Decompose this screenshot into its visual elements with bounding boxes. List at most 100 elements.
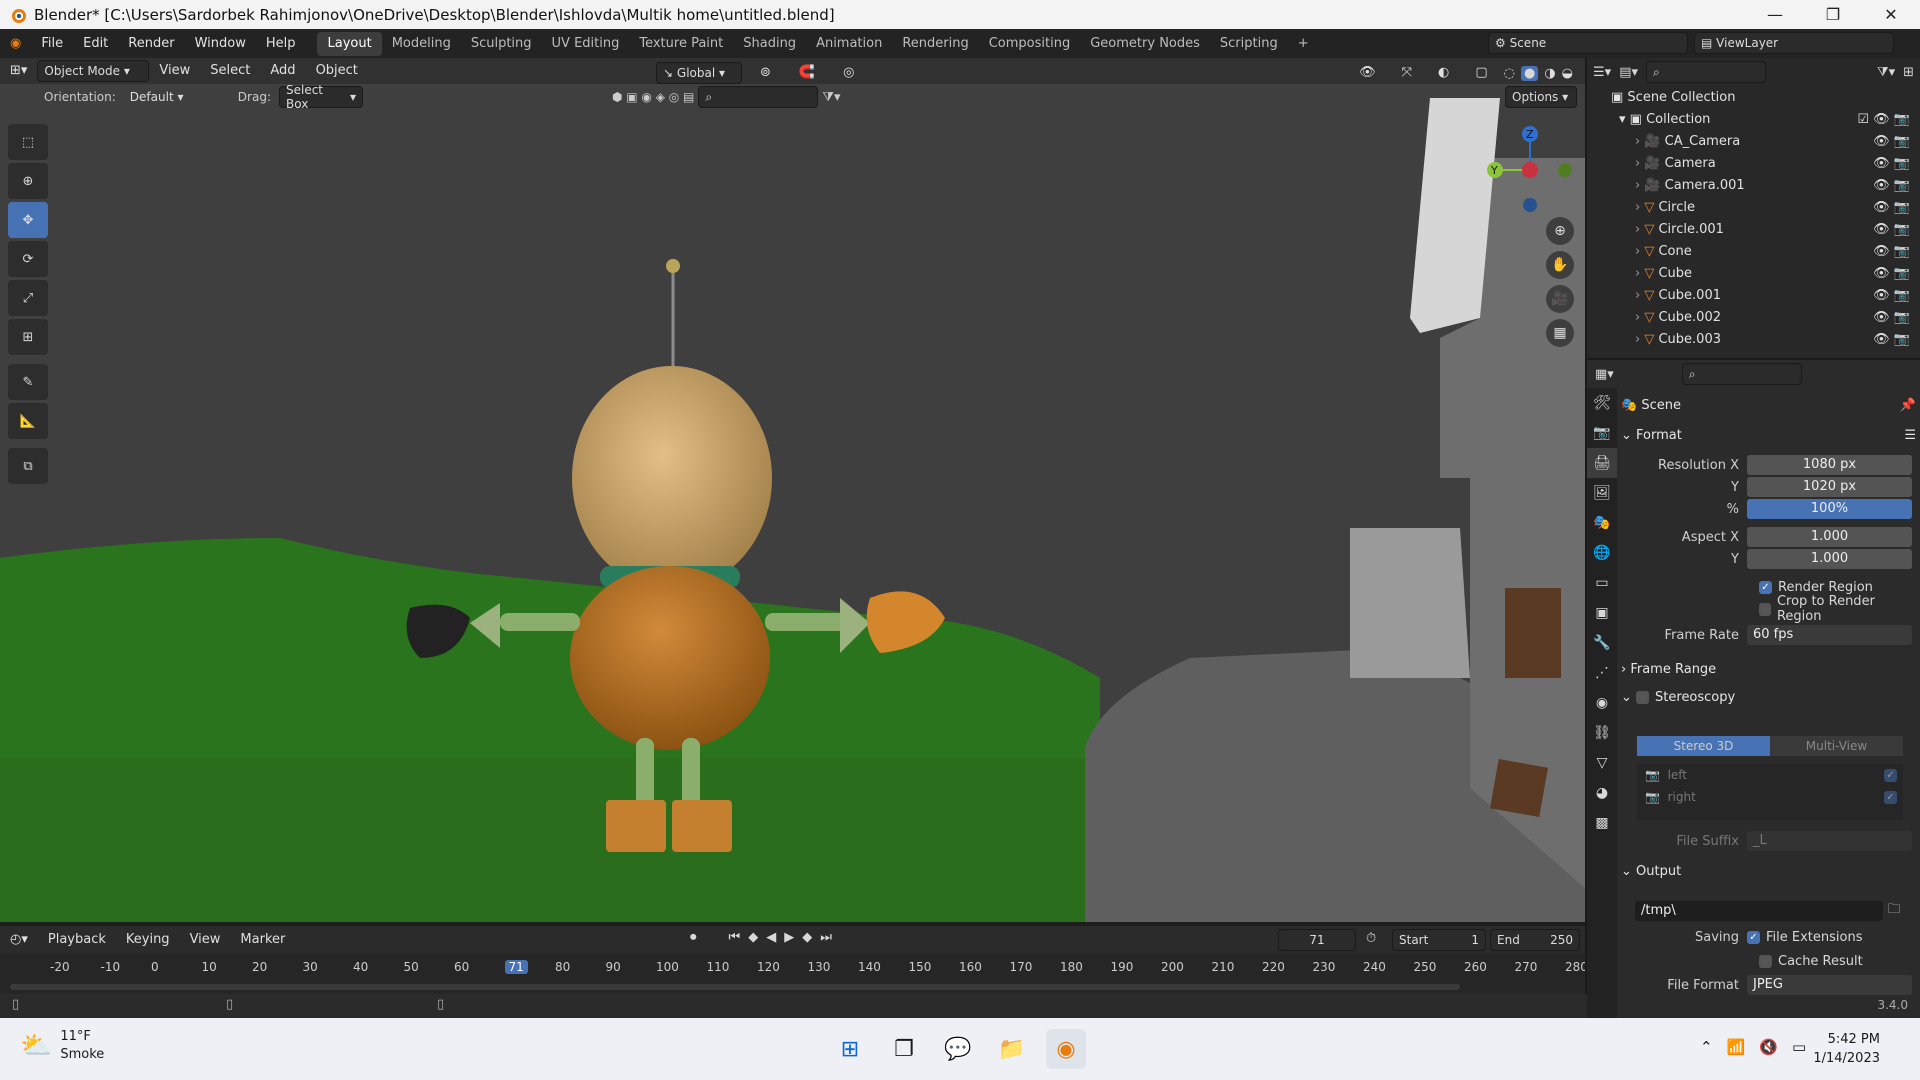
constraints-tab-icon[interactable]: ⛓	[1587, 718, 1617, 748]
stereo-right-row[interactable]: 📷 right ✓	[1637, 786, 1903, 808]
tab-uv-editing[interactable]: UV Editing	[542, 32, 630, 56]
record-icon[interactable]: ⏺	[690, 930, 697, 945]
visibility-toggles[interactable]: 👁 📷	[1873, 288, 1910, 303]
tab-animation[interactable]: Animation	[806, 32, 892, 56]
outliner-item[interactable]: › ▽ Cube.002 👁 📷	[1587, 306, 1920, 328]
gizmo-toggle-icon[interactable]: ⤧	[1392, 60, 1422, 86]
tab-rendering[interactable]: Rendering	[892, 32, 978, 56]
pin-icon[interactable]: 📌	[1900, 398, 1916, 413]
outliner-item[interactable]: › ▽ Cube.003 👁 📷	[1587, 328, 1920, 350]
mode-selector[interactable]: Object Mode ▾	[37, 60, 150, 82]
task-view-icon[interactable]: ❐	[884, 1029, 924, 1069]
format-section-header[interactable]: ⌄ Format ☰	[1621, 422, 1916, 448]
drag-dropdown[interactable]: Select Box ▾	[278, 83, 363, 111]
jump-end-icon[interactable]: ⏭	[820, 930, 832, 945]
physics-tab-icon[interactable]: ◉	[1587, 688, 1617, 718]
menu-render[interactable]: Render	[118, 29, 184, 58]
resolution-percent-field[interactable]: 100%	[1747, 499, 1912, 519]
orientation-dropdown[interactable]: Default ▾	[124, 86, 228, 108]
scene-collection-row[interactable]: ▣ Scene Collection	[1587, 86, 1920, 108]
timeline-scrollbar[interactable]	[10, 984, 1460, 990]
scene-selector[interactable]: ⚙ Scene	[1488, 32, 1688, 54]
file-explorer-icon[interactable]: 📁	[992, 1029, 1032, 1069]
outliner-item[interactable]: › ▽ Circle.001 👁 📷	[1587, 218, 1920, 240]
overlay-icon[interactable]: ◐	[1428, 60, 1459, 86]
editor-type-icon[interactable]: ⊞▾	[0, 58, 37, 84]
file-extensions-checkbox[interactable]: ✓	[1747, 930, 1760, 944]
gizmo-x-axis[interactable]	[1522, 162, 1538, 178]
battery-icon[interactable]: ▭	[1792, 1038, 1806, 1056]
tool-tab-icon[interactable]: 🛠	[1587, 388, 1617, 418]
visibility-toggles[interactable]: 👁 📷	[1873, 222, 1910, 237]
stereoscopy-section[interactable]: ⌄ Stereoscopy	[1621, 684, 1916, 710]
prev-keyframe-icon[interactable]: ◆	[748, 930, 758, 945]
properties-search-input[interactable]: ⌕	[1681, 363, 1802, 385]
visibility-toggles[interactable]: 👁 📷	[1873, 332, 1910, 347]
outliner-filter-icon[interactable]: ⧩▾	[1877, 65, 1895, 80]
resolution-y-field[interactable]: 1020 px	[1747, 477, 1912, 497]
proportional-edit-icon[interactable]: ◎	[833, 60, 864, 86]
shading-solid-icon[interactable]: ●	[1520, 65, 1539, 81]
visibility-toggles[interactable]: 👁 📷	[1873, 266, 1910, 281]
crop-region-checkbox[interactable]	[1759, 602, 1771, 616]
aspect-x-field[interactable]: 1.000	[1747, 527, 1912, 547]
shading-wireframe-icon[interactable]: ◌	[1504, 66, 1515, 81]
add-cube-tool[interactable]: ⧉	[8, 448, 48, 484]
new-collection-icon[interactable]: ⊞	[1903, 65, 1914, 80]
visibility-toggles[interactable]: 👁 📷	[1873, 200, 1910, 215]
next-keyframe-icon[interactable]: ◆	[802, 930, 812, 945]
menu-timeline-view[interactable]: View	[180, 927, 231, 953]
tab-geometry-nodes[interactable]: Geometry Nodes	[1080, 32, 1210, 56]
maximize-button[interactable]: ❐	[1804, 0, 1862, 29]
properties-editor-icon[interactable]: ▦▾	[1595, 367, 1614, 382]
tab-sculpting[interactable]: Sculpting	[461, 32, 542, 56]
tab-layout[interactable]: Layout	[317, 31, 382, 56]
collection-tab-icon[interactable]: ▭	[1587, 568, 1617, 598]
texture-tab-icon[interactable]: ▩	[1587, 808, 1617, 838]
weather-widget[interactable]: ⛅ 11°F Smoke	[20, 1028, 104, 1064]
start-frame-field[interactable]: Start 1	[1392, 929, 1486, 951]
scene-tab-icon[interactable]: 🎭	[1587, 508, 1617, 538]
menu-keying[interactable]: Keying	[116, 927, 180, 953]
visibility-toggles[interactable]: 👁 📷	[1873, 134, 1910, 149]
menu-window[interactable]: Window	[185, 29, 256, 58]
multiview-tab[interactable]: Multi-View	[1770, 736, 1903, 756]
world-tab-icon[interactable]: 🌐	[1587, 538, 1617, 568]
tab-shading[interactable]: Shading	[733, 32, 806, 56]
xray-icon[interactable]: ▢	[1465, 60, 1497, 86]
visibility-toggles[interactable]: ☑ 👁 📷	[1857, 112, 1910, 127]
cursor-tool[interactable]: ⊕	[8, 163, 48, 199]
select-box-tool[interactable]: ⬚	[8, 124, 48, 160]
timeline-ruler[interactable]: -20 -10 0 10 20 30 40 50 60 71 80 90 100 110 120 130 140…	[0, 954, 1588, 994]
file-suffix-field[interactable]: _L	[1747, 831, 1912, 851]
end-frame-field[interactable]: End 250	[1490, 929, 1580, 951]
visibility-toggles[interactable]: 👁 📷	[1873, 178, 1910, 193]
pivot-icon[interactable]: ⊚	[750, 60, 781, 86]
outliner-item[interactable]: › ▽ Circle 👁 📷	[1587, 196, 1920, 218]
particles-tab-icon[interactable]: ⋰	[1587, 658, 1617, 688]
play-reverse-icon[interactable]: ◀	[766, 930, 776, 945]
viewlayer-tab-icon[interactable]: 🖼	[1587, 478, 1617, 508]
camera-view-icon[interactable]: 🎥	[1546, 285, 1574, 313]
collection-row[interactable]: ▾ ▣ Collection ☑ 👁 📷	[1587, 108, 1920, 130]
menu-object[interactable]: Object	[306, 58, 368, 84]
outliner-item[interactable]: › 🎥 Camera.001 👁 📷	[1587, 174, 1920, 196]
jump-start-icon[interactable]: ⏮	[729, 930, 741, 945]
clock[interactable]: 5:42 PM 1/14/2023	[1813, 1030, 1880, 1068]
options-dropdown[interactable]: Options ▾	[1505, 86, 1577, 108]
output-section[interactable]: ⌄ Output	[1621, 858, 1916, 884]
tab-compositing[interactable]: Compositing	[979, 32, 1081, 56]
frame-range-section[interactable]: › Frame Range	[1621, 656, 1916, 682]
chat-icon[interactable]: 💬	[938, 1029, 978, 1069]
menu-playback[interactable]: Playback	[38, 927, 116, 953]
tab-texture-paint[interactable]: Texture Paint	[629, 32, 733, 56]
outliner-item[interactable]: › ▽ Cube 👁 📷	[1587, 262, 1920, 284]
visibility-icon[interactable]: 👁	[1349, 60, 1386, 86]
timeline-editor-icon[interactable]: ◴▾	[0, 927, 38, 953]
filter-icon[interactable]: ⧩▾	[822, 90, 840, 105]
viewport-scene[interactable]	[0, 58, 1585, 922]
render-region-checkbox[interactable]: ✓	[1759, 580, 1772, 594]
data-tab-icon[interactable]: ▽	[1587, 748, 1617, 778]
shading-material-icon[interactable]: ◑	[1544, 66, 1555, 81]
tab-scripting[interactable]: Scripting	[1210, 32, 1288, 56]
